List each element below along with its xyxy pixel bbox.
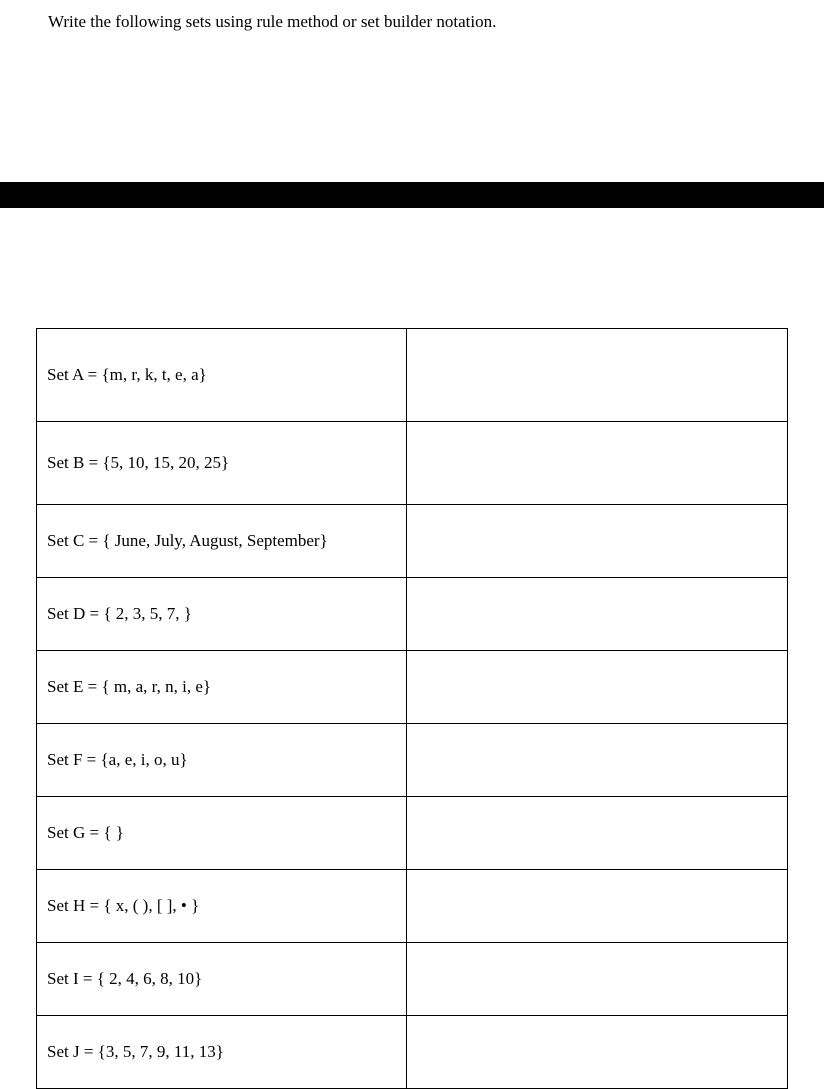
sets-table: Set A = {m, r, k, t, e, a} Set B = {5, 1… (36, 328, 788, 1089)
set-f-answer (406, 724, 787, 797)
table-row: Set C = { June, July, August, September} (37, 505, 788, 578)
set-g-answer (406, 797, 787, 870)
set-d-answer (406, 578, 787, 651)
set-g-label: Set G = { } (37, 797, 407, 870)
set-j-label: Set J = {3, 5, 7, 9, 11, 13} (37, 1016, 407, 1089)
divider-bar (0, 182, 824, 208)
sets-table-wrap: Set A = {m, r, k, t, e, a} Set B = {5, 1… (36, 328, 788, 1089)
table-row: Set J = {3, 5, 7, 9, 11, 13} (37, 1016, 788, 1089)
page: Write the following sets using rule meth… (0, 0, 824, 1089)
table-row: Set B = {5, 10, 15, 20, 25} (37, 422, 788, 505)
set-f-label: Set F = {a, e, i, o, u} (37, 724, 407, 797)
set-h-label: Set H = { x, ( ), [ ], • } (37, 870, 407, 943)
table-row: Set A = {m, r, k, t, e, a} (37, 329, 788, 422)
table-row: Set D = { 2, 3, 5, 7, } (37, 578, 788, 651)
set-h-answer (406, 870, 787, 943)
set-j-answer (406, 1016, 787, 1089)
table-row: Set E = { m, a, r, n, i, e} (37, 651, 788, 724)
table-row: Set H = { x, ( ), [ ], • } (37, 870, 788, 943)
set-i-label: Set I = { 2, 4, 6, 8, 10} (37, 943, 407, 1016)
table-row: Set G = { } (37, 797, 788, 870)
set-e-label: Set E = { m, a, r, n, i, e} (37, 651, 407, 724)
set-d-label: Set D = { 2, 3, 5, 7, } (37, 578, 407, 651)
table-row: Set I = { 2, 4, 6, 8, 10} (37, 943, 788, 1016)
instruction-text: Write the following sets using rule meth… (0, 0, 824, 32)
set-b-label: Set B = {5, 10, 15, 20, 25} (37, 422, 407, 505)
set-a-label: Set A = {m, r, k, t, e, a} (37, 329, 407, 422)
table-row: Set F = {a, e, i, o, u} (37, 724, 788, 797)
set-b-answer (406, 422, 787, 505)
set-c-answer (406, 505, 787, 578)
set-a-answer (406, 329, 787, 422)
set-i-answer (406, 943, 787, 1016)
set-e-answer (406, 651, 787, 724)
set-c-label: Set C = { June, July, August, September} (37, 505, 407, 578)
